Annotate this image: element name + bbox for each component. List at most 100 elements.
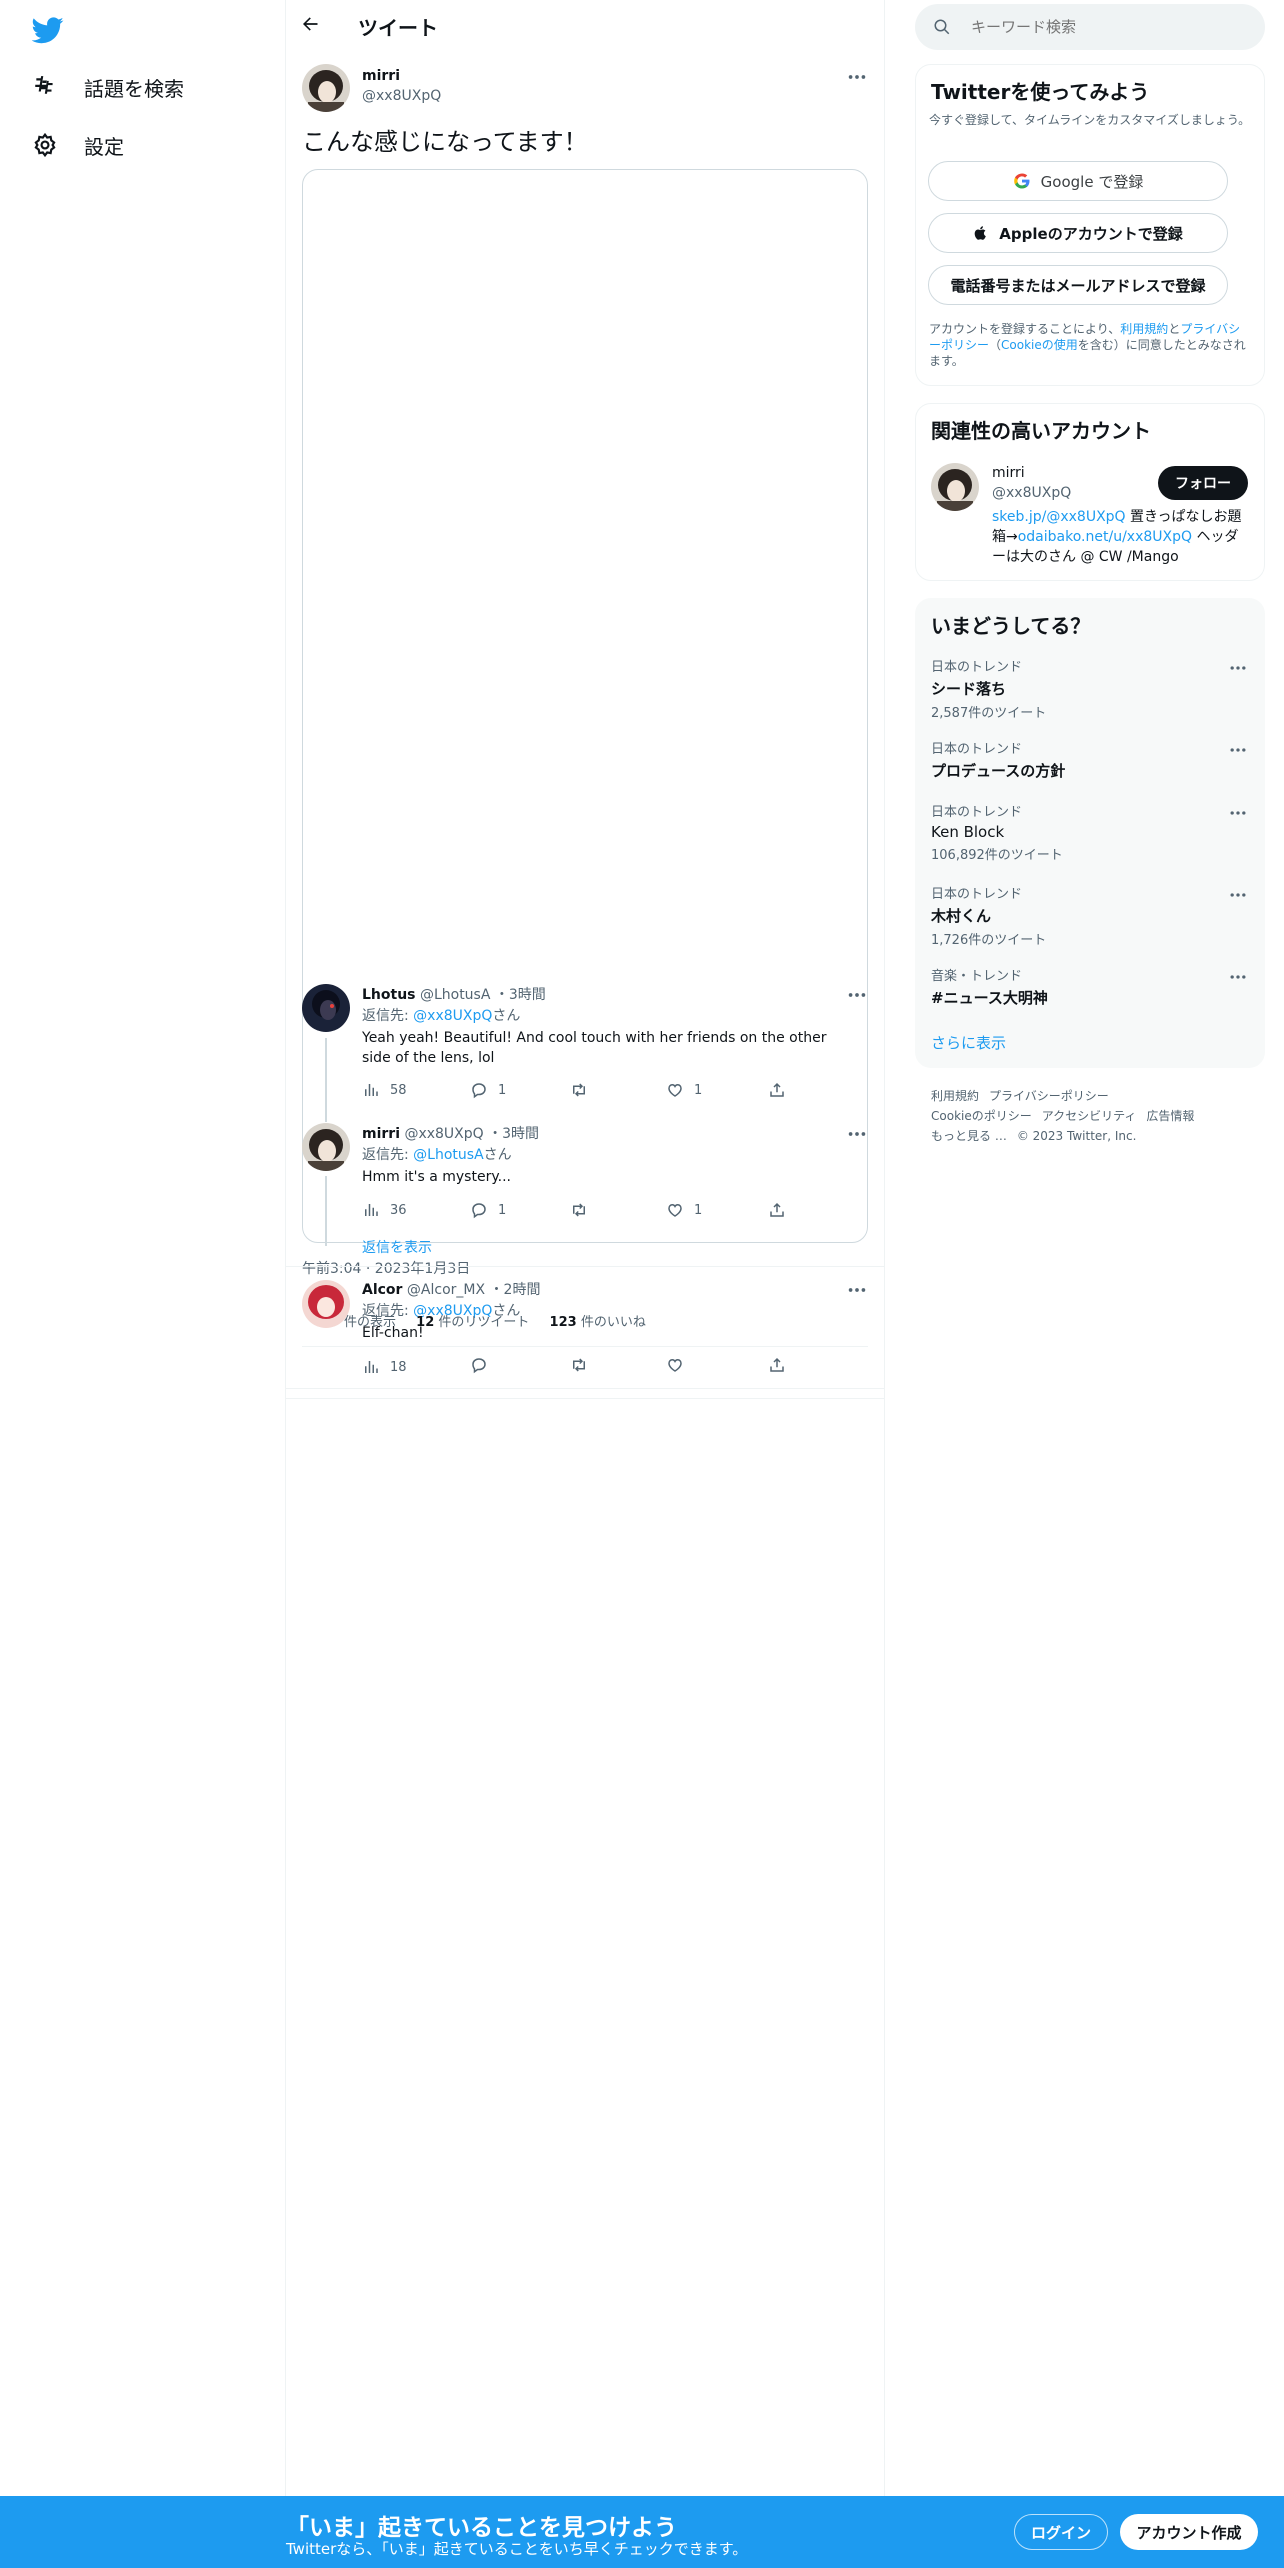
views-button[interactable]: 36 — [362, 1201, 407, 1219]
retweet-button[interactable] — [570, 1201, 588, 1219]
nav-explore-label: 話題を検索 — [84, 76, 184, 101]
footer-more[interactable]: もっと見る … — [931, 1129, 1007, 1143]
trend-item[interactable]: 日本のトレンド プロデュースの方針 — [931, 738, 1251, 781]
reply-icon — [470, 1356, 488, 1374]
terms-text-3: （ — [989, 338, 1002, 352]
more-icon[interactable] — [846, 1279, 868, 1301]
bottom-bar-title: 「いま」起きていることを見つけよう — [286, 2515, 677, 2541]
phone-signup-button[interactable]: 電話番号またはメールアドレスで登録 — [928, 265, 1228, 305]
like-button[interactable]: 1 — [666, 1201, 702, 1219]
more-icon[interactable] — [846, 984, 868, 1006]
reply-to-link[interactable]: @LhotusA — [413, 1147, 483, 1163]
search-input[interactable] — [971, 18, 1231, 36]
avatar[interactable] — [302, 984, 350, 1032]
reply-button[interactable] — [470, 1356, 488, 1374]
reply-text: Hmm it's a mystery... — [362, 1169, 511, 1185]
signup-title: Twitterを使ってみよう — [931, 80, 1150, 104]
views-count: 58 — [390, 1082, 407, 1098]
follow-button[interactable]: フォロー — [1158, 466, 1248, 500]
trend-item[interactable]: 日本のトレンド 木村くん 1,726件のツイート — [931, 883, 1251, 948]
views-count: 18 — [390, 1359, 407, 1375]
thread-line — [325, 1176, 327, 1246]
cookie-link[interactable]: Cookieの使用 — [1001, 338, 1078, 352]
reply-to-link[interactable]: @xx8UXpQ — [413, 1008, 492, 1024]
trend-item[interactable]: 日本のトレンド Ken Block 106,892件のツイート — [931, 801, 1251, 863]
footer-accessibility[interactable]: アクセシビリティ — [1042, 1109, 1137, 1123]
bio-link[interactable]: skeb.jp/@xx8UXpQ — [992, 509, 1126, 525]
share-button[interactable] — [768, 1081, 786, 1099]
likes-stat-count[interactable]: 123 — [550, 1315, 577, 1330]
views-count: 36 — [390, 1202, 407, 1218]
related-name[interactable]: mirri — [992, 465, 1025, 481]
show-replies-link[interactable]: 返信を表示 — [362, 1238, 432, 1258]
more-icon[interactable] — [1228, 740, 1250, 762]
signup-subtitle: 今すぐ登録して、タイムラインをカスタマイズしましょう。 — [929, 113, 1251, 127]
search-bar[interactable] — [915, 4, 1265, 50]
footer-privacy[interactable]: プライバシーポリシー — [989, 1089, 1109, 1103]
footer-ads[interactable]: 広告情報 — [1146, 1109, 1194, 1123]
apple-signup-button[interactable]: Appleのアカウントで登録 — [928, 213, 1228, 253]
trend-count: 2,587件のツイート — [931, 706, 1047, 721]
reply-button[interactable]: 1 — [470, 1201, 506, 1219]
reply-button[interactable]: 1 — [470, 1081, 506, 1099]
reply-author-handle[interactable]: @Alcor_MX — [407, 1282, 485, 1298]
reply-count: 1 — [498, 1202, 507, 1218]
divider — [286, 1398, 884, 1399]
avatar[interactable] — [931, 463, 979, 511]
login-button[interactable]: ログイン — [1014, 2514, 1108, 2550]
bio-link[interactable]: odaibako.net/u/xx8UXpQ — [1018, 529, 1192, 545]
avatar[interactable] — [302, 64, 350, 112]
nav-explore[interactable]: 話題を検索 — [32, 67, 184, 107]
author-handle[interactable]: @xx8UXpQ — [362, 88, 441, 104]
back-arrow-icon[interactable] — [300, 14, 324, 38]
like-button[interactable]: 1 — [666, 1081, 702, 1099]
views-icon — [362, 1201, 380, 1219]
like-icon — [666, 1201, 684, 1219]
google-signup-button[interactable]: Google で登録 — [928, 161, 1228, 201]
twitter-logo-icon[interactable] — [32, 14, 64, 46]
like-button[interactable] — [666, 1356, 684, 1374]
share-button[interactable] — [768, 1356, 786, 1374]
terms-link[interactable]: 利用規約 — [1120, 322, 1168, 336]
views-button[interactable]: 58 — [362, 1081, 407, 1099]
reply-author-name[interactable]: Alcor — [362, 1282, 402, 1298]
create-account-button[interactable]: アカウント作成 — [1120, 2514, 1258, 2550]
reply-time[interactable]: ・3時間 — [495, 987, 546, 1003]
trend-item[interactable]: 日本のトレンド シード落ち 2,587件のツイート — [931, 656, 1251, 721]
retweets-stat-count[interactable]: 12 — [416, 1315, 434, 1330]
tweet-timestamp[interactable]: 午前3:04 · 2023年1月3日 — [302, 1259, 470, 1279]
signup-terms: アカウントを登録することにより、利用規約とプライバシーポリシー（Cookieの使… — [929, 321, 1251, 369]
reply-author-name[interactable]: Lhotus — [362, 987, 416, 1003]
more-icon[interactable] — [1228, 803, 1250, 825]
more-icon[interactable] — [846, 66, 868, 88]
retweet-button[interactable] — [570, 1081, 588, 1099]
likes-stat-label[interactable]: 件のいいね — [581, 1315, 646, 1330]
author-name[interactable]: mirri — [362, 68, 400, 84]
retweet-icon — [570, 1081, 588, 1099]
more-icon[interactable] — [846, 1123, 868, 1145]
share-button[interactable] — [768, 1201, 786, 1219]
reply-author-handle[interactable]: @LhotusA — [420, 987, 490, 1003]
reply-header: mirri @xx8UXpQ ・3時間 — [362, 1124, 539, 1144]
reply-to-suffix: さん — [492, 1008, 521, 1024]
trend-item[interactable]: 音楽・トレンド #ニュース大明神 — [931, 965, 1251, 1008]
trend-name: Ken Block — [931, 823, 1005, 841]
footer-cookie[interactable]: Cookieのポリシー — [931, 1109, 1032, 1123]
reply-time[interactable]: ・2時間 — [490, 1282, 541, 1298]
more-icon[interactable] — [1228, 885, 1250, 907]
retweet-button[interactable] — [570, 1356, 588, 1374]
views-button[interactable]: 18 — [362, 1358, 407, 1376]
footer-terms[interactable]: 利用規約 — [931, 1089, 979, 1103]
show-more-trends[interactable]: さらに表示 — [931, 1032, 1006, 1053]
reply-author-handle[interactable]: @xx8UXpQ — [404, 1126, 483, 1142]
reply-author-name[interactable]: mirri — [362, 1126, 400, 1142]
retweets-stat-label[interactable]: 件のリツイート — [438, 1315, 529, 1330]
reply-time[interactable]: ・3時間 — [488, 1126, 539, 1142]
avatar[interactable] — [302, 1123, 350, 1171]
tweet-text: こんな感じになってます！ — [302, 128, 588, 156]
nav-settings[interactable]: 設定 — [32, 125, 124, 165]
more-icon[interactable] — [1228, 658, 1250, 680]
related-handle[interactable]: @xx8UXpQ — [992, 485, 1071, 501]
trend-label: 日本のトレンド — [931, 742, 1023, 757]
more-icon[interactable] — [1228, 967, 1250, 989]
